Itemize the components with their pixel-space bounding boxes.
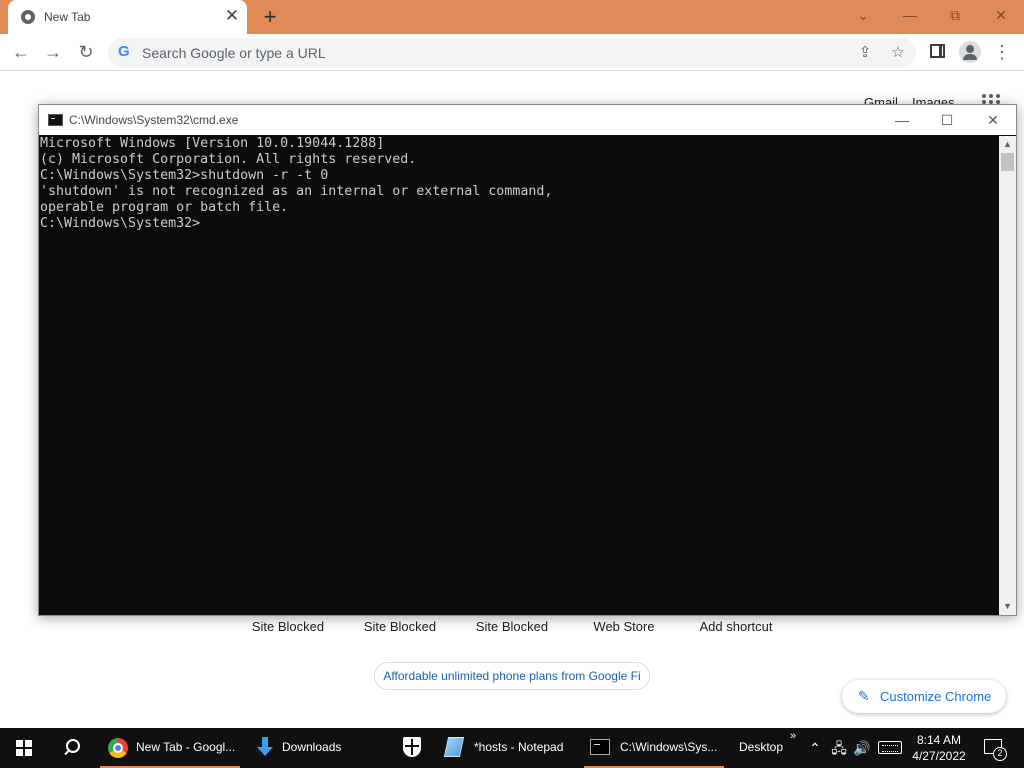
- taskbar-item-cmd[interactable]: C:\Windows\Sys...: [584, 728, 724, 768]
- tab-title: New Tab: [44, 10, 91, 24]
- cmd-title: C:\Windows\System32\cmd.exe: [69, 113, 239, 127]
- reload-icon[interactable]: ↻: [74, 40, 98, 64]
- security-shield-icon[interactable]: [403, 737, 421, 757]
- volume-icon[interactable]: 🔊: [852, 738, 872, 758]
- clock-time: 8:14 AM: [916, 733, 962, 747]
- cmd-close-button[interactable]: ✕: [973, 109, 1013, 131]
- cmd-console-output[interactable]: Microsoft Windows [Version 10.0.19044.12…: [39, 136, 999, 615]
- shortcut-site-blocked-2[interactable]: Site Blocked: [344, 619, 456, 634]
- customize-chrome-label: Customize Chrome: [880, 689, 992, 704]
- shortcut-web-store[interactable]: Web Store: [568, 619, 680, 634]
- window-restore-button[interactable]: ⧉: [942, 4, 968, 26]
- console-line: Microsoft Windows [Version 10.0.19044.12…: [40, 136, 385, 151]
- cmd-scrollbar[interactable]: ▲ ▼: [999, 136, 1016, 615]
- taskbar-clock[interactable]: 8:14 AM 4/27/2022: [906, 732, 972, 764]
- side-panel-icon[interactable]: [930, 44, 945, 58]
- cmd-window[interactable]: C:\Windows\System32\cmd.exe — ☐ ✕ Micros…: [38, 104, 1017, 616]
- clock-date: 4/27/2022: [912, 749, 966, 763]
- browser-toolbar: ← → ↻ G Search Google or type a URL ⇪ ☆ …: [0, 34, 1024, 71]
- cmd-titlebar[interactable]: C:\Windows\System32\cmd.exe — ☐ ✕: [39, 105, 1016, 135]
- window-close-button[interactable]: ✕: [988, 4, 1014, 26]
- console-prompt[interactable]: C:\Windows\System32>: [40, 216, 999, 232]
- cmd-app-icon: [48, 114, 63, 126]
- cmd-minimize-button[interactable]: —: [882, 109, 922, 131]
- console-line: (c) Microsoft Corporation. All rights re…: [40, 152, 417, 167]
- scroll-down-icon[interactable]: ▼: [999, 598, 1016, 615]
- taskbar-item-label: C:\Windows\Sys...: [620, 740, 718, 754]
- show-hidden-icons-icon[interactable]: ⌃: [805, 738, 825, 758]
- download-icon: [257, 737, 273, 757]
- desktop-toolbar[interactable]: Desktop: [739, 740, 783, 754]
- customize-chrome-button[interactable]: ✎ Customize Chrome: [842, 680, 1006, 713]
- taskbar-item-chrome[interactable]: New Tab - Googl...: [100, 728, 240, 768]
- chrome-menu-icon[interactable]: ⋮: [990, 40, 1014, 64]
- tab-search-icon[interactable]: ⌄: [850, 4, 876, 26]
- taskbar-item-label: Downloads: [282, 740, 342, 754]
- tab-new-tab[interactable]: New Tab ✕: [8, 0, 247, 34]
- toolbar-overflow-icon[interactable]: »: [790, 730, 796, 742]
- address-bar-placeholder: Search Google or type a URL: [142, 45, 326, 61]
- console-line: operable program or batch file.: [40, 200, 289, 215]
- google-logo-icon: G: [118, 43, 130, 60]
- share-icon[interactable]: ⇪: [854, 42, 876, 64]
- new-tab-button[interactable]: +: [258, 5, 282, 29]
- start-button[interactable]: [0, 728, 48, 768]
- console-line: 'shutdown' is not recognized as an inter…: [40, 184, 553, 199]
- tab-close-icon[interactable]: ✕: [224, 7, 240, 24]
- forward-icon[interactable]: →: [41, 40, 65, 64]
- cmd-maximize-button[interactable]: ☐: [927, 109, 967, 131]
- promo-link[interactable]: Affordable unlimited phone plans from Go…: [374, 662, 650, 690]
- chrome-favicon-icon: [21, 10, 35, 24]
- bookmark-star-icon[interactable]: ☆: [887, 42, 909, 64]
- back-icon[interactable]: ←: [9, 40, 33, 64]
- scroll-thumb[interactable]: [1001, 153, 1014, 171]
- notification-count-badge: 2: [993, 747, 1007, 761]
- touch-keyboard-icon[interactable]: [878, 741, 902, 754]
- chrome-icon: [108, 738, 128, 758]
- taskbar-item-downloads[interactable]: Downloads: [246, 728, 386, 768]
- search-icon[interactable]: [56, 736, 88, 760]
- taskbar-item-notepad[interactable]: *hosts - Notepad: [438, 728, 578, 768]
- network-icon[interactable]: 🖧: [829, 738, 849, 758]
- shortcut-add-shortcut[interactable]: Add shortcut: [680, 619, 792, 634]
- shortcut-site-blocked-3[interactable]: Site Blocked: [456, 619, 568, 634]
- taskbar-item-label: New Tab - Googl...: [136, 740, 236, 754]
- profile-avatar-icon[interactable]: [959, 41, 981, 63]
- taskbar: New Tab - Googl... Downloads *hosts - No…: [0, 728, 1024, 768]
- cmd-icon: [590, 739, 610, 755]
- tab-strip: New Tab ✕ + ⌄ — ⧉ ✕: [0, 0, 1024, 34]
- taskbar-item-label: *hosts - Notepad: [474, 740, 564, 754]
- address-bar[interactable]: G Search Google or type a URL ⇪ ☆: [108, 38, 916, 67]
- shortcut-site-blocked-1[interactable]: Site Blocked: [232, 619, 344, 634]
- pencil-icon: ✎: [858, 688, 870, 704]
- notepad-icon: [443, 737, 465, 757]
- scroll-up-icon[interactable]: ▲: [999, 136, 1016, 153]
- window-minimize-button[interactable]: —: [897, 4, 923, 26]
- console-line: C:\Windows\System32>shutdown -r -t 0: [40, 168, 329, 183]
